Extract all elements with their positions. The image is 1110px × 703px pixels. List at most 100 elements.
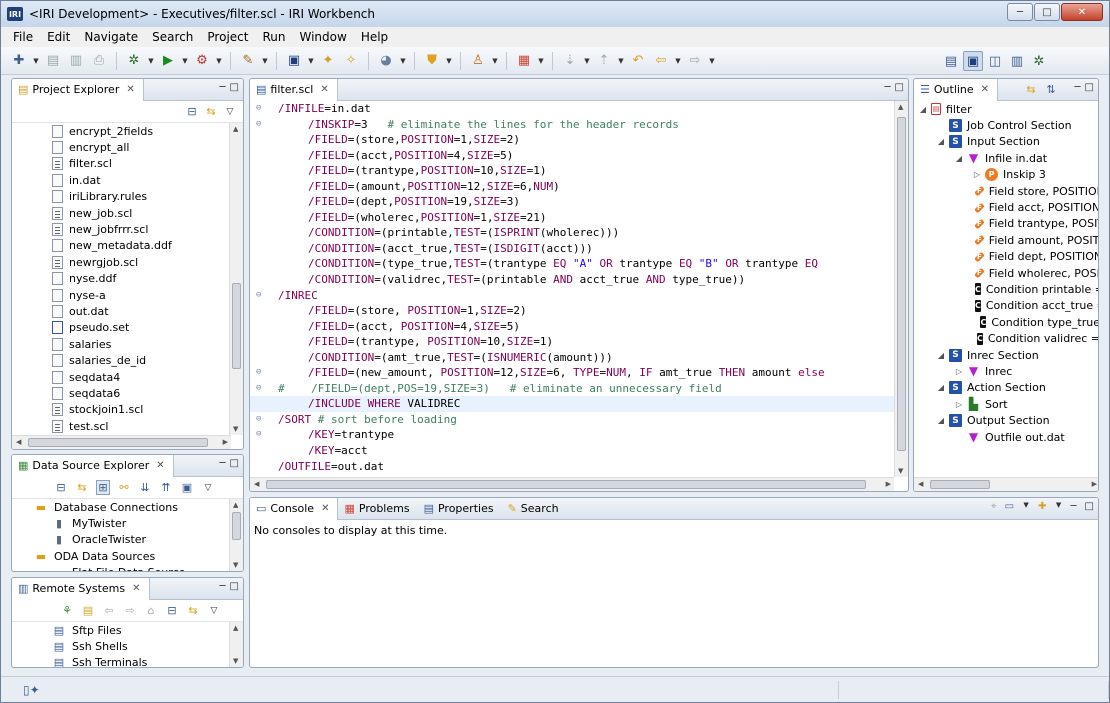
new-connection-icon[interactable]: ⚘ (60, 604, 74, 617)
code-line[interactable]: /CONDITION=(type_true,TEST=(trantype EQ … (250, 256, 894, 272)
list-item[interactable]: new_jobfrrr.scl (52, 221, 229, 237)
maximize-view-icon[interactable]: □ (230, 581, 239, 592)
sort-alpha-icon[interactable]: ⇅ (1044, 83, 1058, 96)
expand-icon[interactable]: ◢ (936, 351, 946, 360)
code-line[interactable]: ⊖ # /FIELD=(dept,POS=19,SIZE=3) # elimina… (250, 381, 894, 397)
list-item[interactable]: filter.scl (52, 156, 229, 172)
scroll-down-icon[interactable]: ▼ (233, 657, 238, 665)
collapse-all-icon[interactable]: ⊟ (185, 105, 199, 118)
scroll-down-icon[interactable]: ▼ (233, 561, 238, 569)
outline-item[interactable]: F Field amount, POSIT. (918, 232, 1098, 248)
code-line[interactable]: /CONDITION=(validrec,TEST=(printable AND… (250, 272, 894, 288)
code-line[interactable]: ⊖ /INSKIP=3 # eliminate the lines for the… (250, 117, 894, 133)
maximize-view-icon[interactable]: □ (230, 82, 239, 93)
iri-perspective-icon[interactable]: ▣ (963, 51, 983, 71)
new-dropdown-icon[interactable]: ▼ (32, 57, 40, 65)
new-connection-icon[interactable]: ▣ (180, 481, 194, 494)
list-item[interactable]: ▤ Ssh Shells (52, 638, 229, 654)
editor-hscroll[interactable]: ◀ ▶ (250, 477, 894, 491)
connect-icon[interactable]: ⚯ (117, 481, 131, 494)
expand-icon[interactable]: ◢ (918, 105, 928, 114)
list-item[interactable]: nyse-a (52, 287, 229, 303)
code-line[interactable]: /FIELD=(trantype, POSITION=10,SIZE=1) (250, 334, 894, 350)
code-line[interactable]: /OUTFILE=out.dat (250, 459, 894, 475)
outline-item[interactable]: ◢ S Input Section (918, 134, 1098, 150)
fold-icon[interactable]: ⊖ (256, 412, 266, 428)
outline-item[interactable]: ▷ P Inskip 3 (918, 167, 1098, 183)
outline-item[interactable]: S Job Control Section (918, 117, 1098, 133)
back-icon[interactable]: ⇦ (102, 604, 116, 617)
minimize-view-icon[interactable]: ─ (1075, 82, 1081, 93)
outline-item[interactable]: C Condition acct_true = (918, 298, 1098, 314)
fold-icon[interactable]: ⊖ (256, 365, 266, 381)
menu-search[interactable]: Search (146, 30, 201, 44)
code-line[interactable]: /INCLUDE WHERE VALIDREC (250, 396, 894, 412)
shield-dropdown-icon[interactable]: ▼ (445, 57, 453, 65)
remote-systems-vscroll[interactable]: ▲ ▼ (229, 622, 243, 667)
view-menu-icon[interactable]: ▽ (201, 483, 215, 493)
link-editor-icon[interactable]: ⇆ (186, 604, 200, 617)
menu-navigate[interactable]: Navigate (78, 30, 146, 44)
scroll-down-icon[interactable]: ▼ (233, 425, 238, 433)
code-line[interactable]: /KEY=acct (250, 443, 894, 459)
list-item[interactable]: iriLibrary.rules (52, 189, 229, 205)
open-folder-icon[interactable]: ✦ (318, 51, 338, 71)
print-icon[interactable]: ⎙ (89, 51, 109, 71)
chart-dropdown-icon[interactable]: ▼ (537, 57, 545, 65)
scroll-thumb[interactable] (28, 438, 208, 447)
iri-menu-icon[interactable]: ▣ (284, 51, 304, 71)
list-item[interactable]: ▬ ODA Data Sources (34, 548, 229, 564)
forward-icon[interactable]: ⇨ (123, 604, 137, 617)
scroll-left-icon[interactable]: ◀ (16, 438, 21, 446)
list-item[interactable]: ▬ Flat File Data Source (34, 565, 229, 571)
expand-icon[interactable]: ▷ (972, 170, 982, 179)
minimize-view-icon[interactable]: ─ (220, 458, 226, 469)
menu-run[interactable]: Run (256, 30, 293, 44)
code-line[interactable]: /CONDITION=(amt_true,TEST=(ISNUMERIC(amo… (250, 350, 894, 366)
expand-icon[interactable]: ◢ (936, 416, 946, 425)
data-source-vscroll[interactable]: ▲ ▼ (229, 499, 243, 571)
code-line[interactable]: /FIELD=(dept,POSITION=19,SIZE=3) (250, 194, 894, 210)
next-annotation-dropdown-icon[interactable]: ▼ (583, 57, 591, 65)
back-dropdown-icon[interactable]: ▼ (674, 57, 682, 65)
list-item[interactable]: encrypt_2fields (52, 123, 229, 139)
tab-properties[interactable]: ▤ Properties (418, 498, 502, 520)
maximize-button[interactable]: □ (1034, 3, 1060, 21)
menu-edit[interactable]: Edit (41, 30, 78, 44)
import-icon[interactable]: ⇊ (138, 481, 152, 494)
outline-item[interactable]: F Field dept, POSITION (918, 249, 1098, 265)
list-item[interactable]: salaries (52, 336, 229, 352)
link-editor-icon[interactable]: ⇆ (75, 481, 89, 494)
fast-view-icon[interactable]: ▯✦ (23, 683, 40, 697)
project-explorer-vscroll[interactable]: ▲ ▼ (229, 123, 243, 435)
chart-icon[interactable]: ▦ (514, 51, 534, 71)
open-icon[interactable]: ▤ (81, 604, 95, 617)
code-line[interactable]: ⊖ /FIELD=(new_amount, POSITION=12,SIZE=6,… (250, 365, 894, 381)
debug-icon[interactable]: ✲ (124, 51, 144, 71)
close-icon[interactable]: ✕ (321, 503, 329, 514)
code-line[interactable]: /FIELD=(trantype,POSITION=10,SIZE=1) (250, 163, 894, 179)
code-line[interactable]: ⊖ /INREC (250, 288, 894, 304)
tree-toggle-icon[interactable]: ⊞ (96, 480, 110, 495)
database-perspective-icon[interactable]: ▥ (1007, 51, 1027, 71)
code-line[interactable]: /CONDITION=(acct_true,TEST=(ISDIGIT(acct… (250, 241, 894, 257)
next-annotation-icon[interactable]: ⇣ (560, 51, 580, 71)
collapse-all-icon[interactable]: ⊟ (165, 604, 179, 617)
code-line[interactable]: ⊖ /KEY=trantype (250, 427, 894, 443)
view-menu-icon[interactable]: ▽ (207, 606, 221, 616)
outline-item[interactable]: F Field acct, POSITION (918, 199, 1098, 215)
scroll-left-icon[interactable]: ◀ (254, 480, 259, 488)
minimize-view-icon[interactable]: ─ (220, 82, 226, 93)
debug-dropdown-icon[interactable]: ▼ (147, 57, 155, 65)
scroll-up-icon[interactable]: ▲ (233, 624, 238, 632)
code-line[interactable]: /FIELD=(acct,POSITION=4,SIZE=5) (250, 148, 894, 164)
list-item[interactable]: ▮ OracleTwister (34, 532, 229, 548)
code-line[interactable]: /FIELD=(acct, POSITION=4,SIZE=5) (250, 319, 894, 335)
tab-outline[interactable]: ☰ Outline ✕ (914, 79, 999, 101)
list-item[interactable]: ▤ Ssh Terminals (52, 655, 229, 667)
list-item[interactable]: out.dat (52, 303, 229, 319)
person-icon[interactable]: ♙ (468, 51, 488, 71)
outline-hscroll[interactable]: ◀ ▶ (914, 477, 1098, 491)
maximize-view-icon[interactable]: □ (1085, 501, 1094, 512)
run-dropdown-icon[interactable]: ▼ (181, 57, 189, 65)
